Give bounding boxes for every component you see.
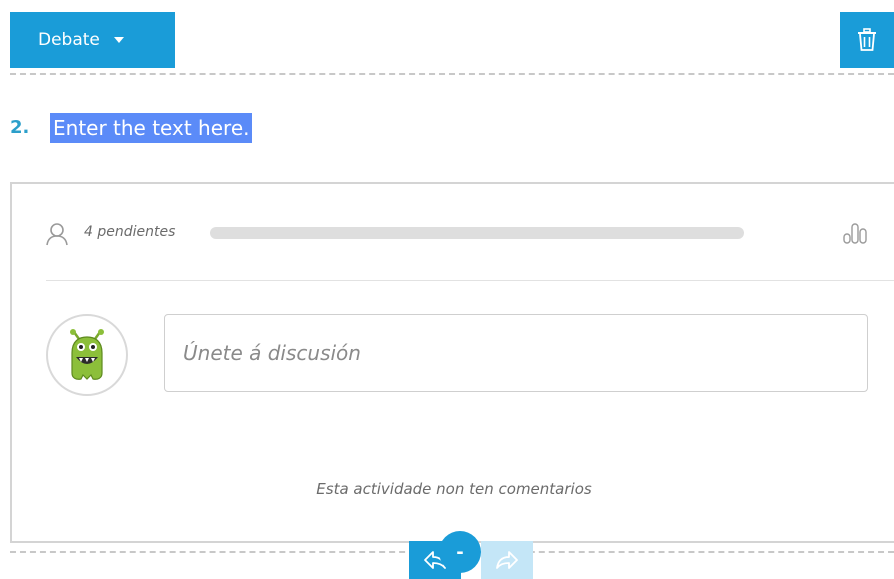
debate-type-dropdown[interactable]: Debate xyxy=(10,12,175,68)
card-divider xyxy=(46,280,894,281)
pending-count: 4 pendientes xyxy=(84,224,176,240)
debate-card: 4 pendientes Esta actividade non ten com… xyxy=(10,182,894,543)
bar-chart-icon[interactable] xyxy=(842,222,868,244)
user-icon xyxy=(46,223,68,246)
minus-button[interactable]: - xyxy=(439,531,481,573)
bottom-controls: - xyxy=(409,531,533,579)
join-discussion-input[interactable] xyxy=(164,314,868,392)
caret-down-icon xyxy=(113,37,124,43)
question-number: 2. xyxy=(10,117,30,138)
question-text[interactable]: Enter the text here. xyxy=(50,113,253,143)
green-monster-avatar xyxy=(70,329,104,380)
redo-button[interactable] xyxy=(481,541,533,579)
participation-progress-bar xyxy=(210,227,744,239)
no-comments-message: Esta actividade non ten comentarios xyxy=(316,480,592,498)
avatar xyxy=(46,314,128,396)
debate-type-label: Debate xyxy=(38,30,100,50)
trash-icon xyxy=(858,28,876,51)
section-divider-top xyxy=(10,73,894,75)
redo-icon xyxy=(496,551,518,569)
delete-button[interactable] xyxy=(840,12,894,68)
